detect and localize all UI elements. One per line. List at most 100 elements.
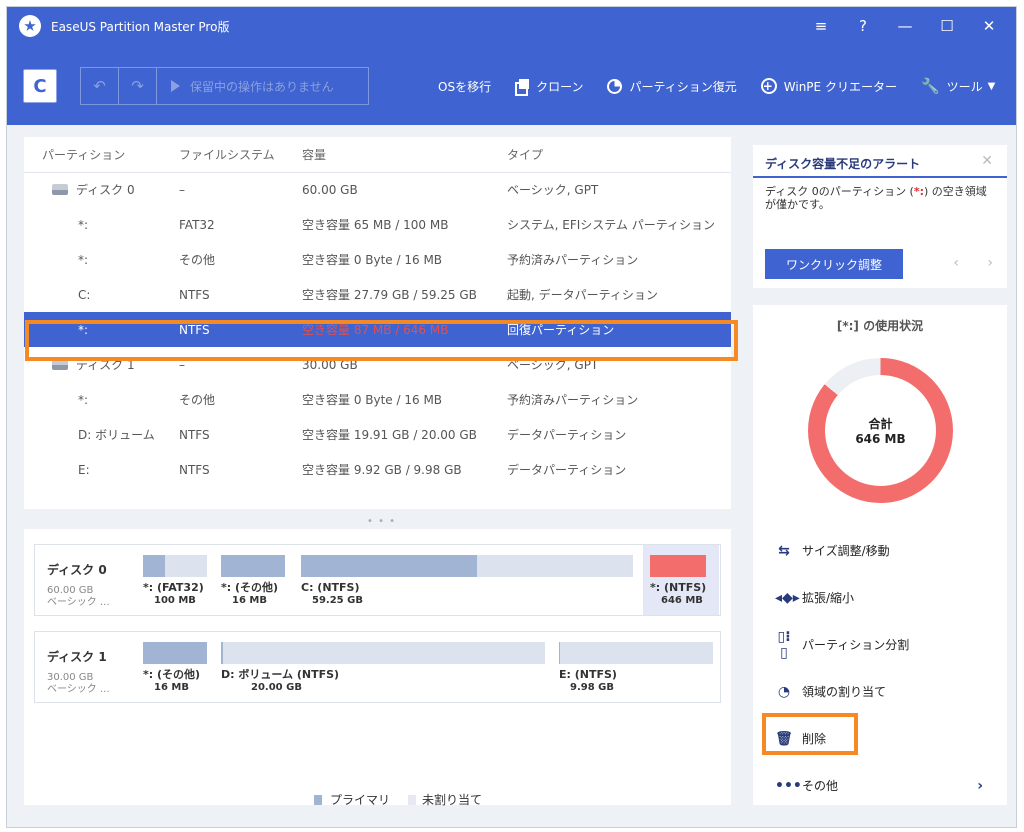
partition-label: *: (その他) 16 MB — [143, 668, 200, 694]
disk-card-1[interactable]: ディスク 1 30.00 GB ベーシック ... *: (その他) 16 MB … — [34, 631, 721, 703]
chevron-left-icon[interactable]: ‹ — [953, 255, 959, 271]
cell-capacity: 空き容量 0 Byte / 16 MB — [302, 253, 443, 267]
toolbar-clone[interactable]: クローン — [515, 78, 583, 96]
cell-type: データパーティション — [507, 428, 627, 442]
usage-title: [*:] の使用状況 — [836, 319, 924, 333]
low-space-alert-panel: ディスク容量不足のアラート ✕ ディスク 0のパーティション (*:) の空き領… — [753, 145, 1007, 288]
play-icon — [171, 80, 180, 92]
cell-partition: C: — [78, 287, 91, 302]
extend-icon: ◂◆▸ — [775, 589, 800, 606]
windows-icon — [417, 79, 431, 93]
partition-name: E: (NTFS) — [559, 668, 617, 681]
column-header-partition[interactable]: パーティション — [24, 137, 179, 173]
partition-size: 16 MB — [154, 682, 189, 693]
toolbar-migrate-os[interactable]: OSを移行 — [417, 78, 491, 95]
usage-panel: [*:] の使用状況 合計 646 MB ⇆ サイズ調整/移動 ◂◆▸ 拡張/縮… — [753, 305, 1007, 805]
disk-info: 30.00 GB ベーシック ... — [47, 672, 110, 696]
partition-block[interactable]: E: (NTFS) 9.98 GB — [559, 632, 717, 702]
op-allocate-space[interactable]: ◔ 領域の割り当て — [753, 668, 1007, 715]
partition-fill — [143, 642, 207, 664]
toolbar-label: ツール — [946, 79, 983, 94]
alert-text: ディスク 0のパーティション ( — [765, 185, 914, 198]
partition-block[interactable]: *: (その他) 16 MB — [143, 632, 213, 702]
column-header-type[interactable]: タイプ — [507, 137, 731, 173]
table-row[interactable]: E: NTFS 空き容量 9.92 GB / 9.98 GB データパーティショ… — [24, 452, 731, 487]
chevron-down-icon: ▼ — [987, 80, 996, 92]
apply-pending-button[interactable]: 保留中の操作はありません — [157, 78, 334, 95]
partition-label: *: (FAT32) 100 MB — [143, 581, 204, 607]
table-row[interactable]: D: ボリューム NTFS 空き容量 19.91 GB / 20.00 GB デ… — [24, 417, 731, 452]
table-row-disk[interactable]: ディスク 1 – 30.00 GB ベーシック, GPT — [24, 347, 731, 382]
refresh-button[interactable]: C — [23, 69, 57, 103]
partition-size: 20.00 GB — [251, 682, 302, 693]
toolbar-partition-recovery[interactable]: パーティション復元 — [607, 78, 737, 95]
op-extend-shrink[interactable]: ◂◆▸ 拡張/縮小 — [753, 574, 1007, 621]
partition-fill — [221, 555, 285, 577]
op-label: 削除 — [802, 732, 827, 746]
partition-bar — [221, 555, 285, 577]
close-button[interactable]: ✕ — [968, 17, 1010, 35]
disk-card-0[interactable]: ディスク 0 60.00 GB ベーシック ... *: (FAT32) 100 … — [34, 544, 721, 616]
disk-icon — [52, 359, 68, 370]
panel-splitter[interactable]: • • • — [367, 516, 396, 527]
toolbar-label: OSを移行 — [438, 79, 492, 94]
cell-filesystem: FAT32 — [179, 217, 215, 232]
more-icon: ••• — [775, 777, 802, 794]
clone-icon — [515, 79, 530, 96]
alert-divider — [753, 176, 1007, 178]
partition-block[interactable]: D: ボリューム (NTFS) 20.00 GB — [221, 632, 551, 702]
partition-bar — [143, 555, 207, 577]
partition-fill — [301, 555, 477, 577]
undo-button[interactable]: ↶ — [81, 68, 119, 104]
partition-label: *: (NTFS) 646 MB — [650, 581, 706, 607]
partition-fill — [143, 555, 166, 577]
minimize-button[interactable]: — — [884, 17, 926, 35]
chevron-right-icon[interactable]: › — [987, 255, 993, 271]
one-click-adjust-button[interactable]: ワンクリック調整 — [765, 249, 903, 279]
column-header-capacity[interactable]: 容量 — [302, 137, 507, 173]
partition-block[interactable]: C: (NTFS) 59.25 GB — [301, 545, 633, 615]
redo-button[interactable]: ↷ — [119, 68, 157, 104]
close-icon[interactable]: ✕ — [981, 153, 993, 169]
disk-icon — [52, 184, 68, 196]
usage-donut-chart: 合計 646 MB — [808, 358, 953, 503]
op-resize-move[interactable]: ⇆ サイズ調整/移動 — [753, 527, 1007, 574]
toolbar-tools[interactable]: 🔧 ツール ▼ — [921, 77, 995, 95]
cell-capacity: 空き容量 19.91 GB / 20.00 GB — [302, 428, 477, 442]
menu-button[interactable]: ≡ — [800, 17, 842, 35]
cell-filesystem: その他 — [179, 253, 216, 267]
op-split-partition[interactable]: ▯⁝▯ パーティション分割 — [753, 621, 1007, 668]
legend-swatch-primary — [314, 794, 322, 805]
table-row-disk[interactable]: ディスク 0 – 60.00 GB ベーシック, GPT — [24, 172, 731, 207]
partition-block[interactable]: *: (FAT32) 100 MB — [143, 545, 209, 615]
column-header-filesystem[interactable]: ファイルシステム — [179, 137, 302, 173]
maximize-button[interactable]: ☐ — [926, 17, 968, 35]
alert-pager: ‹ › — [929, 255, 993, 271]
cell-capacity: 空き容量 65 MB / 100 MB — [302, 218, 449, 232]
table-row[interactable]: *: その他 空き容量 0 Byte / 16 MB 予約済みパーティション — [24, 382, 731, 417]
toolbar-winpe-creator[interactable]: + WinPE クリエーター — [760, 78, 897, 95]
partition-block[interactable]: *: (その他) 16 MB — [221, 545, 289, 615]
toolbar-label: WinPE クリエーター — [783, 79, 897, 94]
partition-block-selected[interactable]: *: (NTFS) 646 MB — [643, 545, 719, 615]
table-row[interactable]: *: その他 空き容量 0 Byte / 16 MB 予約済みパーティション — [24, 242, 731, 277]
cell-type: ベーシック, GPT — [507, 183, 599, 198]
table-row-selected[interactable]: *: NTFS 空き容量 87 MB / 646 MB 回復パーティション — [24, 312, 731, 347]
op-label: その他 — [802, 779, 839, 793]
window-controls: ≡ ? — ☐ ✕ — [800, 7, 1010, 45]
table-row[interactable]: C: NTFS 空き容量 27.79 GB / 59.25 GB 起動, データ… — [24, 277, 731, 312]
plus-circle-icon: + — [760, 78, 777, 94]
disk-size: 30.00 GB — [47, 672, 94, 683]
op-more[interactable]: ••• その他 › — [753, 762, 1007, 809]
legend-swatch-unallocated — [408, 794, 417, 805]
partition-label: C: (NTFS) 59.25 GB — [301, 581, 363, 607]
help-button[interactable]: ? — [842, 17, 884, 35]
cell-partition: ディスク 1 — [76, 358, 135, 372]
cell-type: 起動, データパーティション — [507, 288, 658, 302]
cell-filesystem: NTFS — [179, 427, 210, 442]
op-delete[interactable]: 🗑 削除 — [753, 715, 1007, 762]
table-row[interactable]: *: FAT32 空き容量 65 MB / 100 MB システム, EFIシス… — [24, 207, 731, 242]
partition-bar — [559, 642, 713, 664]
disk-size: 60.00 GB — [47, 585, 94, 596]
partition-name: *: (FAT32) — [143, 581, 204, 594]
